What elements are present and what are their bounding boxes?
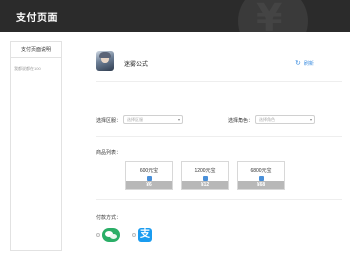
- product-price: ¥6: [126, 181, 172, 189]
- wechat-pay-option[interactable]: [96, 228, 120, 242]
- refresh-label: 刷新: [303, 61, 314, 67]
- chevron-down-icon: ▾: [177, 117, 180, 122]
- divider: [96, 199, 342, 200]
- avatar-hair: [99, 52, 111, 58]
- page-title: 支付页面: [16, 13, 58, 24]
- game-name: 迷雾公式: [124, 62, 149, 68]
- role-select[interactable]: 选择角色 ▾: [255, 115, 315, 124]
- refresh-button[interactable]: ↻ 刷新: [295, 60, 314, 67]
- page-header: ¥ 支付页面: [0, 0, 350, 32]
- product-card-6800[interactable]: 6800元宝 ¥68: [237, 161, 285, 190]
- sidebar-title[interactable]: 支付页面说明: [11, 42, 61, 58]
- refresh-icon: ↻: [295, 60, 301, 67]
- divider: [96, 81, 342, 82]
- yuan-watermark-icon: ¥: [256, 0, 283, 32]
- role-label: 选择角色：: [228, 118, 254, 124]
- alipay-icon: 支: [138, 228, 152, 242]
- product-amount: 6800元宝: [250, 168, 272, 174]
- server-label: 选择区服：: [96, 118, 122, 124]
- product-card-1200[interactable]: 1200元宝 ¥12: [181, 161, 229, 190]
- product-price: ¥12: [182, 181, 228, 189]
- product-price: ¥68: [238, 181, 284, 189]
- sidebar: 支付页面说明 我都说都在100: [10, 41, 62, 251]
- radio-button[interactable]: [132, 233, 136, 237]
- wechat-pay-icon: [102, 228, 120, 242]
- products-label: 商品列表：: [96, 150, 122, 156]
- role-select-value: 选择角色: [259, 117, 275, 122]
- payment-panel: 迷雾公式 ↻ 刷新 选择区服： 选择区服 ▾ 选择角色： 选择角色 ▾ 商品列表…: [68, 41, 344, 257]
- product-amount: 1200元宝: [194, 168, 216, 174]
- product-amount: 600元宝: [139, 168, 159, 174]
- server-select-value: 选择区服: [127, 117, 143, 122]
- server-select[interactable]: 选择区服 ▾: [123, 115, 183, 124]
- radio-button[interactable]: [96, 233, 100, 237]
- payment-label: 付款方式：: [96, 215, 122, 221]
- alipay-option[interactable]: 支: [132, 228, 152, 242]
- sidebar-item[interactable]: 我都说都在100: [11, 58, 61, 80]
- game-avatar-icon: [96, 51, 114, 71]
- product-card-600[interactable]: 600元宝 ¥6: [125, 161, 173, 190]
- chevron-down-icon: ▾: [309, 117, 312, 122]
- divider: [96, 136, 342, 137]
